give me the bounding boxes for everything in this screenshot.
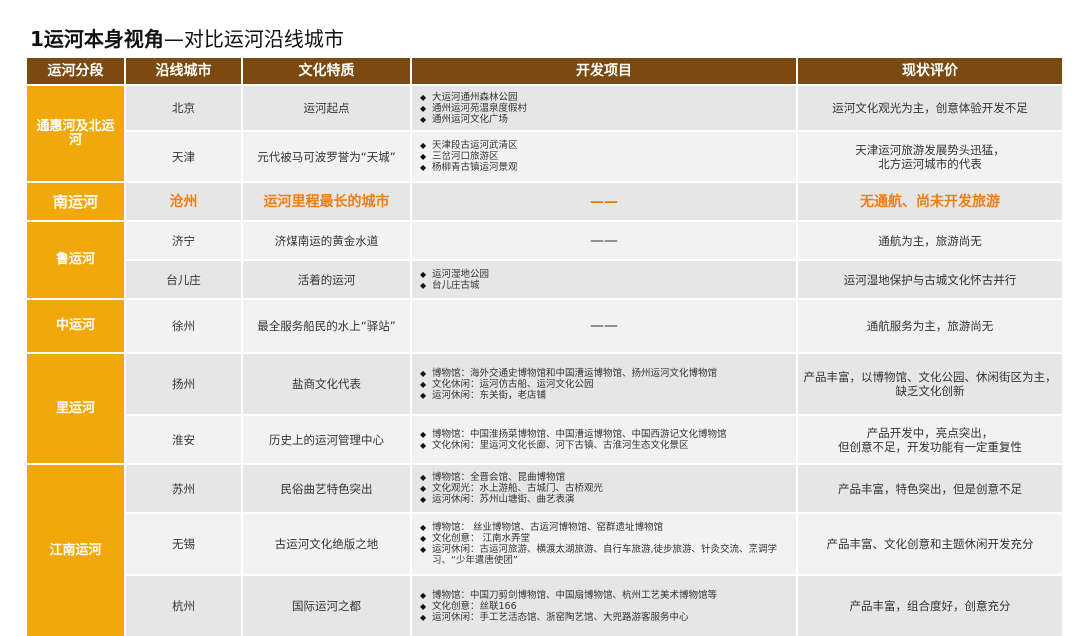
project-item: 台儿庄古城	[420, 280, 489, 291]
project-item: 运河休闲：古运河旅游、横渡太湖旅游、自行车旅游,徒步旅游、针灸交流、烹调学习、“…	[420, 544, 788, 566]
project-list: 大运河通州森林公园 通州运河苑温泉度假村 通州运河文化广场	[420, 92, 527, 125]
project-list: 运河湿地公园 台儿庄古城	[420, 269, 489, 291]
project-list: 天津段古运河武清区 三岔河口旅游区 杨柳青古镇运河景观	[420, 140, 518, 173]
cell-city: 杭州	[126, 576, 241, 636]
cell-projects: ——	[412, 183, 796, 220]
cell-culture: 历史上的运河管理中心	[243, 416, 410, 463]
header-city: 沿线城市	[126, 58, 241, 84]
cell-culture: 民俗曲艺特色突出	[243, 465, 410, 512]
cell-projects: 博物馆：海外交通史博物馆和中国漕运博物馆、扬州运河文化博物馆 文化休闲：运河仿古…	[412, 354, 796, 414]
segment-nanyun: 南运河	[27, 183, 124, 220]
cell-evaluation: 天津运河旅游发展势头迅猛， 北方运河城市的代表	[798, 132, 1062, 181]
project-item: 文化休闲：运河仿古船、运河文化公园	[420, 379, 717, 390]
project-list: 博物馆：中国淮扬菜博物馆、中国漕运博物馆、中国西游记文化博物馆 文化休闲：里运河…	[420, 429, 727, 451]
cell-city: 北京	[126, 86, 241, 130]
project-item: 博物馆：海外交通史博物馆和中国漕运博物馆、扬州运河文化博物馆	[420, 368, 717, 379]
project-item: 运河休闲：东关街，老店铺	[420, 390, 717, 401]
project-list: 博物馆： 丝业博物馆、古运河博物馆、窑群遗址博物馆 文化创意： 江南水弄堂 运河…	[420, 522, 788, 566]
title-bold: 1运河本身视角	[30, 27, 164, 51]
project-list: 博物馆：全晋会馆、昆曲博物馆 文化观光：水上游船、古城门、古桥观光 运河休闲：苏…	[420, 472, 603, 505]
cell-evaluation: 运河文化观光为主，创意体验开发不足	[798, 86, 1062, 130]
cell-culture: 古运河文化绝版之地	[243, 514, 410, 574]
header-evaluation: 现状评价	[798, 58, 1062, 84]
cell-evaluation: 无通航、尚未开发旅游	[798, 183, 1062, 220]
project-item: 杨柳青古镇运河景观	[420, 162, 518, 173]
cell-projects: 博物馆：中国刀剪剑博物馆、中国扇博物馆、杭州工艺美术博物馆等 文化创意：丝联16…	[412, 576, 796, 636]
project-item: 天津段古运河武清区	[420, 140, 518, 151]
project-item: 运河休闲：手工艺活态馆、浙窑陶艺馆、大兜路游客服务中心	[420, 612, 717, 623]
cell-evaluation: 产品丰富，特色突出，但是创意不足	[798, 465, 1062, 512]
title-rest: —对比运河沿线城市	[163, 27, 344, 51]
cell-evaluation: 产品丰富，以博物馆、文化公园、休闲街区为主， 缺乏文化创新	[798, 354, 1062, 414]
cell-projects: 运河湿地公园 台儿庄古城	[412, 261, 796, 298]
cell-projects: ——	[412, 300, 796, 352]
cell-evaluation: 产品丰富，组合度好，创意充分	[798, 576, 1062, 636]
cell-city: 扬州	[126, 354, 241, 414]
cell-evaluation: 产品开发中，亮点突出， 但创意不足，开发功能有一定重复性	[798, 416, 1062, 463]
project-item: 运河湿地公园	[420, 269, 489, 280]
project-item: 通州运河文化广场	[420, 114, 527, 125]
cell-culture: 盐商文化代表	[243, 354, 410, 414]
page-title: 1运河本身视角—对比运河沿线城市	[30, 24, 344, 54]
project-item: 博物馆：全晋会馆、昆曲博物馆	[420, 472, 603, 483]
header-culture: 文化特质	[243, 58, 410, 84]
project-list: 博物馆：中国刀剪剑博物馆、中国扇博物馆、杭州工艺美术博物馆等 文化创意：丝联16…	[420, 590, 717, 623]
cell-projects: 博物馆： 丝业博物馆、古运河博物馆、窑群遗址博物馆 文化创意： 江南水弄堂 运河…	[412, 514, 796, 574]
project-list: 博物馆：海外交通史博物馆和中国漕运博物馆、扬州运河文化博物馆 文化休闲：运河仿古…	[420, 368, 717, 401]
project-item: 通州运河苑温泉度假村	[420, 103, 527, 114]
cell-city: 无锡	[126, 514, 241, 574]
project-item: 大运河通州森林公园	[420, 92, 527, 103]
cell-culture: 济煤南运的黄金水道	[243, 222, 410, 259]
cell-city: 济宁	[126, 222, 241, 259]
cell-evaluation: 通航服务为主，旅游尚无	[798, 300, 1062, 352]
project-item: 文化创意： 江南水弄堂	[420, 533, 788, 544]
cell-culture: 活着的运河	[243, 261, 410, 298]
segment-liyun: 里运河	[27, 354, 124, 463]
header-segment: 运河分段	[27, 58, 124, 84]
project-item: 文化创意：丝联166	[420, 601, 717, 612]
cell-projects: ——	[412, 222, 796, 259]
cell-evaluation: 运河湿地保护与古城文化怀古并行	[798, 261, 1062, 298]
cell-culture: 运河里程最长的城市	[243, 183, 410, 220]
cell-culture: 国际运河之都	[243, 576, 410, 636]
cell-city: 徐州	[126, 300, 241, 352]
cell-city: 台儿庄	[126, 261, 241, 298]
cell-projects: 大运河通州森林公园 通州运河苑温泉度假村 通州运河文化广场	[412, 86, 796, 130]
cell-evaluation: 通航为主，旅游尚无	[798, 222, 1062, 259]
project-item: 博物馆：中国刀剪剑博物馆、中国扇博物馆、杭州工艺美术博物馆等	[420, 590, 717, 601]
header-projects: 开发项目	[412, 58, 796, 84]
segment-zhongyun: 中运河	[27, 300, 124, 352]
cell-city: 沧州	[126, 183, 241, 220]
cell-evaluation: 产品丰富、文化创意和主题休闲开发充分	[798, 514, 1062, 574]
cell-culture: 运河起点	[243, 86, 410, 130]
cell-projects: 博物馆：全晋会馆、昆曲博物馆 文化观光：水上游船、古城门、古桥观光 运河休闲：苏…	[412, 465, 796, 512]
cell-culture: 最全服务船民的水上“驿站”	[243, 300, 410, 352]
segment-tonghui-beiyun: 通惠河及北运河	[27, 86, 124, 181]
cell-culture: 元代被马可波罗誉为“天城”	[243, 132, 410, 181]
project-item: 文化休闲：里运河文化长廊、河下古镇、古淮河生态文化景区	[420, 440, 727, 451]
cell-city: 苏州	[126, 465, 241, 512]
segment-luyun: 鲁运河	[27, 222, 124, 298]
project-item: 博物馆： 丝业博物馆、古运河博物馆、窑群遗址博物馆	[420, 522, 788, 533]
project-item: 三岔河口旅游区	[420, 151, 518, 162]
project-item: 运河休闲：苏州山塘街、曲艺表演	[420, 494, 603, 505]
cell-projects: 博物馆：中国淮扬菜博物馆、中国漕运博物馆、中国西游记文化博物馆 文化休闲：里运河…	[412, 416, 796, 463]
cell-city: 天津	[126, 132, 241, 181]
cell-city: 淮安	[126, 416, 241, 463]
project-item: 文化观光：水上游船、古城门、古桥观光	[420, 483, 603, 494]
segment-jiangnan: 江南运河	[27, 465, 124, 636]
project-item: 博物馆：中国淮扬菜博物馆、中国漕运博物馆、中国西游记文化博物馆	[420, 429, 727, 440]
comparison-table: 运河分段 沿线城市 文化特质 开发项目 现状评价 通惠河及北运河 南运河 鲁运河…	[27, 58, 1062, 636]
cell-projects: 天津段古运河武清区 三岔河口旅游区 杨柳青古镇运河景观	[412, 132, 796, 181]
